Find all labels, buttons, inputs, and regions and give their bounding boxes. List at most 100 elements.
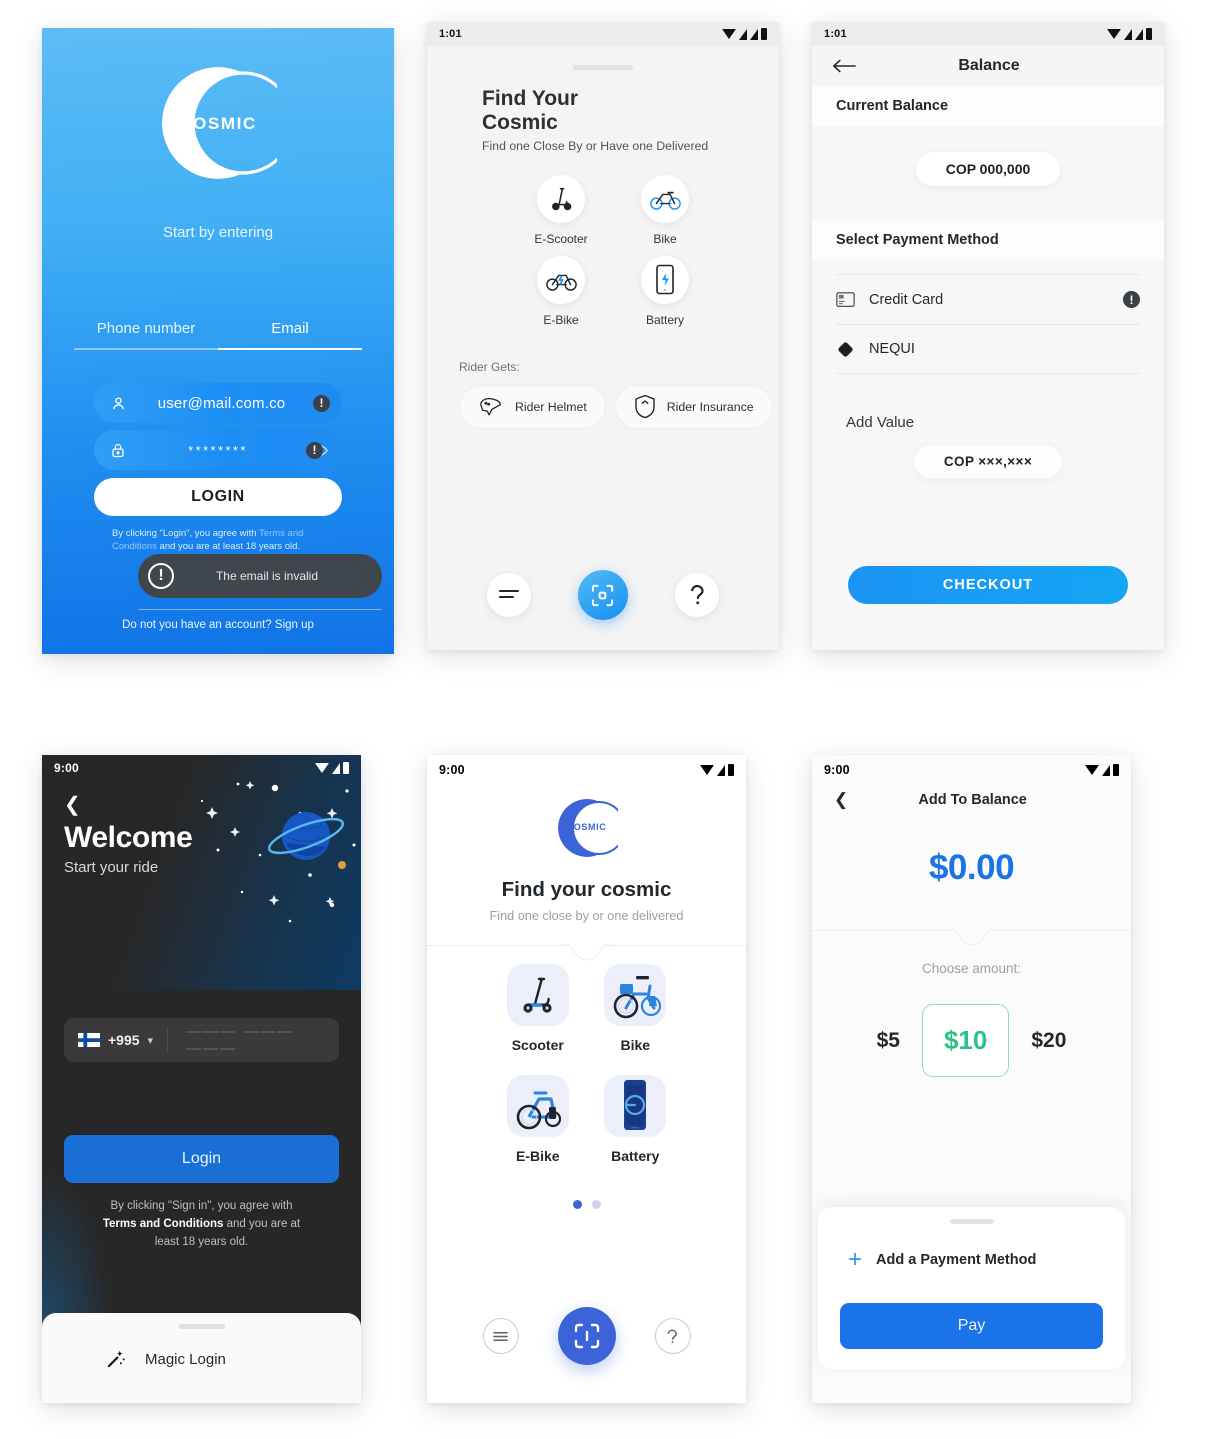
screen-welcome-dark: 9:00 ❮ Welcome Start your ride +995 ▾ ——… xyxy=(42,755,361,1403)
country-code-selector[interactable]: +995 ▾ xyxy=(64,1027,169,1053)
lock-icon xyxy=(106,442,130,459)
amount-option-10-selected[interactable]: $10 xyxy=(921,1004,1010,1077)
divider xyxy=(427,944,746,961)
option-label: E-Bike xyxy=(543,312,579,327)
email-field[interactable]: user@mail.com.co ! xyxy=(94,383,342,423)
option-e-bike[interactable]: E-Bike xyxy=(489,1075,587,1164)
menu-icon[interactable] xyxy=(482,1318,519,1354)
perk-rider-helmet[interactable]: Rider Helmet xyxy=(459,384,606,429)
signal-icon xyxy=(739,28,747,40)
chevron-left-icon[interactable]: ❮ xyxy=(64,795,361,815)
sheet-handle xyxy=(573,65,633,70)
start-by-entering-text: Start by entering xyxy=(162,224,274,241)
scooter-illustration xyxy=(506,964,569,1026)
cosmic-logo-wrap: COSMIC xyxy=(42,64,394,182)
option-battery[interactable]: Battery xyxy=(613,255,717,327)
terms-prefix: By clicking "Login", you agree with xyxy=(112,528,260,539)
option-bike[interactable]: Bike xyxy=(587,964,685,1053)
option-bike[interactable]: Bike xyxy=(613,174,717,246)
login-button[interactable]: LOGIN xyxy=(94,478,342,516)
bottom-nav xyxy=(427,1307,746,1365)
credit-card-info-badge-icon[interactable]: ! xyxy=(1123,291,1140,308)
nequi-diamond-icon xyxy=(836,340,855,359)
wifi-icon xyxy=(700,765,714,775)
terms-suffix: and you are at least 18 years old. xyxy=(156,540,301,552)
option-label: Battery xyxy=(645,312,684,327)
page-subtitle: Find one Close By or Have one Delivered xyxy=(482,138,709,153)
terms-line-3: least 18 years old. xyxy=(154,1235,249,1248)
email-error-badge-icon: ! xyxy=(313,394,330,412)
page-subtitle: Find one close by or one delivered xyxy=(489,909,684,923)
add-payment-method-label: Add a Payment Method xyxy=(876,1252,1037,1268)
bike-illustration xyxy=(604,964,667,1026)
current-balance-row: COP 000,000 xyxy=(812,126,1164,220)
magic-login-row[interactable]: Magic Login xyxy=(42,1329,361,1370)
option-label: Bike xyxy=(653,231,677,246)
cosmic-logo-text: COSMIC xyxy=(179,114,257,133)
menu-icon[interactable] xyxy=(486,573,531,617)
vehicle-options-grid: E-Scooter Bike E-Bike Battery xyxy=(427,174,779,327)
amount-option-20[interactable]: $20 xyxy=(1031,1029,1066,1053)
option-e-scooter[interactable]: E-Scooter xyxy=(509,174,613,246)
option-scooter[interactable]: Scooter xyxy=(489,964,587,1053)
finland-flag-icon xyxy=(78,1033,100,1047)
tab-email[interactable]: Email xyxy=(218,320,362,350)
status-icons xyxy=(315,762,349,774)
checkout-button[interactable]: CHECKOUT xyxy=(848,566,1128,604)
chevron-down-icon: ▾ xyxy=(147,1034,154,1047)
add-payment-method-row[interactable]: + Add a Payment Method xyxy=(818,1224,1125,1272)
perk-label: Rider Helmet xyxy=(515,399,587,414)
help-icon[interactable] xyxy=(675,573,720,617)
add-value-amount[interactable]: COP ×××,××× xyxy=(913,445,1063,478)
password-field[interactable]: ******** ! xyxy=(94,430,342,470)
terms-and-conditions-link[interactable]: Terms and Conditions xyxy=(103,1218,224,1230)
signal-icon xyxy=(1102,764,1110,776)
battery-phone-illustration xyxy=(604,1075,667,1137)
battery-icon xyxy=(1113,764,1119,776)
battery-icon xyxy=(728,764,734,776)
status-icons xyxy=(700,764,734,776)
payment-method-nequi[interactable]: NEQUI xyxy=(836,324,1140,374)
cosmic-logo-icon: COSMIC xyxy=(556,797,618,859)
option-label: E-Bike xyxy=(515,1148,560,1164)
tab-phone-number[interactable]: Phone number xyxy=(74,320,218,350)
page-dot-active[interactable] xyxy=(572,1200,582,1209)
status-bar: 9:00 xyxy=(812,755,1131,785)
screen-login-blue: COSMIC Start by entering Phone number Em… xyxy=(42,28,394,654)
page-title: Welcome xyxy=(64,821,193,854)
phone-number-input[interactable]: ——— ——— ——— xyxy=(168,1023,339,1057)
signup-link[interactable]: Do not you have an account? Sign up xyxy=(42,619,394,631)
screen-add-to-balance: 9:00 ❮ Add To Balance $0.00 Choose amoun… xyxy=(812,755,1131,1403)
scooter-icon xyxy=(537,174,585,223)
balance-amount: $0.00 xyxy=(928,848,1015,887)
phone-input-group[interactable]: +995 ▾ ——— ——— ——— xyxy=(64,1018,339,1062)
amount-option-5[interactable]: $5 xyxy=(877,1029,900,1053)
option-e-bike[interactable]: E-Bike xyxy=(509,255,613,327)
help-icon[interactable] xyxy=(654,1318,691,1354)
wifi-icon xyxy=(722,29,736,39)
option-battery[interactable]: Battery xyxy=(587,1075,685,1164)
password-visibility-toggle[interactable]: ! xyxy=(306,441,330,459)
cosmic-logo-text: COSMIC xyxy=(566,822,607,832)
password-error-badge-icon: ! xyxy=(306,441,323,459)
add-value-label: Add Value xyxy=(846,414,915,431)
page-dot[interactable] xyxy=(591,1200,601,1209)
status-icons xyxy=(722,28,767,40)
notch-shape xyxy=(944,929,999,949)
plus-icon: + xyxy=(848,1246,863,1273)
pay-button[interactable]: Pay xyxy=(840,1303,1103,1349)
scan-icon[interactable] xyxy=(557,1307,616,1365)
scan-icon[interactable] xyxy=(577,570,628,620)
payment-method-credit-card[interactable]: Credit Card ! xyxy=(836,274,1140,324)
status-bar: 1:01 xyxy=(427,22,779,46)
payment-sheet: + Add a Payment Method Pay xyxy=(818,1207,1125,1369)
helmet-icon xyxy=(478,396,504,417)
page-title: Find Your Cosmic xyxy=(482,87,579,135)
perk-rider-insurance[interactable]: Rider Insurance xyxy=(614,384,773,429)
page-title: Find your cosmic xyxy=(501,878,672,901)
status-bar: 1:01 xyxy=(812,22,1164,46)
alert-icon: ! xyxy=(148,563,174,589)
mockup-board: COSMIC Start by entering Phone number Em… xyxy=(0,0,1212,1439)
terms-line-1: By clicking "Sign in", you agree with xyxy=(110,1200,293,1212)
current-balance-label: Current Balance xyxy=(812,86,1164,126)
